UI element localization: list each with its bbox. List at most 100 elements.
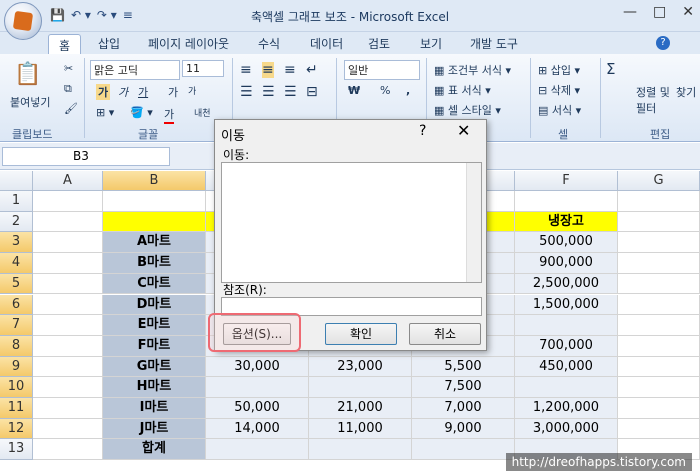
column-header-f[interactable]: F xyxy=(515,171,618,191)
dialog-help-button[interactable]: ? xyxy=(419,123,426,139)
cell[interactable]: B마트 xyxy=(103,253,206,274)
align-right-icon[interactable]: ☰ xyxy=(284,84,297,100)
tab-review[interactable]: 검토 xyxy=(368,35,390,52)
cell[interactable]: 1,200,000 xyxy=(515,398,618,419)
maximize-button[interactable]: □ xyxy=(653,4,666,20)
format-cells-button[interactable]: ▤ 서식 ▾ xyxy=(538,102,581,118)
help-icon[interactable]: ? xyxy=(656,36,670,50)
column-header-a[interactable]: A xyxy=(33,171,103,191)
cell[interactable] xyxy=(618,335,700,357)
cell[interactable] xyxy=(618,377,700,398)
cell[interactable] xyxy=(618,191,700,212)
cell[interactable]: 900,000 xyxy=(515,253,618,274)
cell[interactable]: 냉장고 xyxy=(515,211,618,233)
table-format-button[interactable]: ▦ 표 서식 ▾ xyxy=(434,82,491,98)
cell[interactable]: 합계 xyxy=(103,439,206,461)
cell[interactable] xyxy=(515,377,618,398)
cell[interactable] xyxy=(33,232,103,254)
grow-font-button[interactable]: 가 xyxy=(168,84,178,100)
number-format-select[interactable]: 일반 xyxy=(344,60,420,80)
cell[interactable] xyxy=(618,418,700,440)
cell[interactable]: 1,500,000 xyxy=(515,294,618,316)
row-header-11[interactable]: 11 xyxy=(0,398,33,419)
insert-cells-button[interactable]: ⊞ 삽입 ▾ xyxy=(538,62,580,78)
cell[interactable]: C마트 xyxy=(103,273,206,295)
cell[interactable] xyxy=(33,356,103,378)
bold-button[interactable]: 가 xyxy=(96,84,111,100)
cell[interactable] xyxy=(103,211,206,233)
cell[interactable]: 450,000 xyxy=(515,356,618,378)
wrap-text-icon[interactable]: ↵ xyxy=(306,62,318,78)
cell[interactable]: H마트 xyxy=(103,377,206,398)
font-size-select[interactable]: 11 xyxy=(182,60,224,77)
cell[interactable]: D마트 xyxy=(103,294,206,316)
font-color-button[interactable]: 가 xyxy=(164,106,175,124)
copy-icon[interactable]: ⧉ xyxy=(64,82,72,96)
conditional-format-button[interactable]: ▦ 조건부 서식 ▾ xyxy=(434,62,511,78)
cell-style-button[interactable]: ▦ 셀 스타일 ▾ xyxy=(434,102,501,118)
paste-button[interactable]: 붙여넣기 xyxy=(10,94,50,110)
minimize-button[interactable]: — xyxy=(623,4,637,20)
cell[interactable]: 700,000 xyxy=(515,335,618,357)
column-header-g[interactable]: G xyxy=(618,171,700,191)
tab-formulas[interactable]: 수식 xyxy=(258,35,280,52)
cell[interactable]: E마트 xyxy=(103,315,206,336)
cell[interactable] xyxy=(33,191,103,212)
sort-filter-button[interactable]: 정렬 및 필터 xyxy=(636,84,670,116)
align-left-icon[interactable]: ☰ xyxy=(240,84,253,100)
border-icon[interactable]: ⊞ ▾ xyxy=(96,106,114,119)
cell[interactable] xyxy=(33,418,103,440)
tab-page-layout[interactable]: 페이지 레이아웃 xyxy=(148,35,229,52)
cell[interactable]: J마트 xyxy=(103,418,206,440)
cell[interactable]: 23,000 xyxy=(309,356,412,378)
cell[interactable] xyxy=(618,273,700,295)
cell[interactable]: 500,000 xyxy=(515,232,618,254)
cell[interactable] xyxy=(206,377,309,398)
cell[interactable]: 2,500,000 xyxy=(515,273,618,295)
row-header-10[interactable]: 10 xyxy=(0,377,33,398)
row-header-13[interactable]: 13 xyxy=(0,439,33,461)
row-header-8[interactable]: 8 xyxy=(0,335,33,357)
cell[interactable] xyxy=(33,315,103,336)
tab-data[interactable]: 데이터 xyxy=(310,35,343,52)
cell[interactable]: 7,000 xyxy=(412,398,515,419)
row-header-7[interactable]: 7 xyxy=(0,315,33,336)
cell[interactable]: 7,500 xyxy=(412,377,515,398)
cell[interactable]: 50,000 xyxy=(206,398,309,419)
cell[interactable] xyxy=(618,211,700,233)
cell[interactable] xyxy=(412,439,515,461)
row-header-5[interactable]: 5 xyxy=(0,273,33,295)
row-header-3[interactable]: 3 xyxy=(0,232,33,254)
cell[interactable] xyxy=(618,398,700,419)
cell[interactable]: A마트 xyxy=(103,232,206,254)
cell[interactable] xyxy=(33,211,103,233)
phonetic-button[interactable]: 내천 xyxy=(194,106,211,119)
tab-insert[interactable]: 삽입 xyxy=(98,35,120,52)
cell[interactable] xyxy=(33,377,103,398)
ok-button[interactable]: 확인 xyxy=(325,323,397,345)
tab-developer[interactable]: 개발 도구 xyxy=(470,35,518,52)
autosum-button[interactable]: Σ xyxy=(606,60,615,78)
cell[interactable]: 14,000 xyxy=(206,418,309,440)
cell[interactable]: F마트 xyxy=(103,335,206,357)
align-center-icon[interactable]: ☰ xyxy=(262,84,275,100)
row-header-4[interactable]: 4 xyxy=(0,253,33,274)
cell[interactable] xyxy=(515,315,618,336)
shrink-font-button[interactable]: 가 xyxy=(188,84,196,97)
row-header-2[interactable]: 2 xyxy=(0,211,33,233)
find-select-button[interactable]: 찾기 xyxy=(676,84,696,100)
cell[interactable] xyxy=(33,294,103,316)
dialog-close-button[interactable]: ✕ xyxy=(457,121,470,140)
cell[interactable] xyxy=(618,253,700,274)
row-header-1[interactable]: 1 xyxy=(0,191,33,212)
cell[interactable] xyxy=(33,253,103,274)
cell[interactable] xyxy=(33,439,103,461)
currency-button[interactable]: ₩ xyxy=(348,84,360,97)
close-button[interactable]: ✕ xyxy=(682,4,694,20)
cell[interactable]: 30,000 xyxy=(206,356,309,378)
tab-home[interactable]: 홈 xyxy=(48,34,82,55)
italic-button[interactable]: 가 xyxy=(118,84,128,100)
cancel-button[interactable]: 취소 xyxy=(409,323,481,345)
cell[interactable] xyxy=(33,398,103,419)
cell[interactable]: 21,000 xyxy=(309,398,412,419)
